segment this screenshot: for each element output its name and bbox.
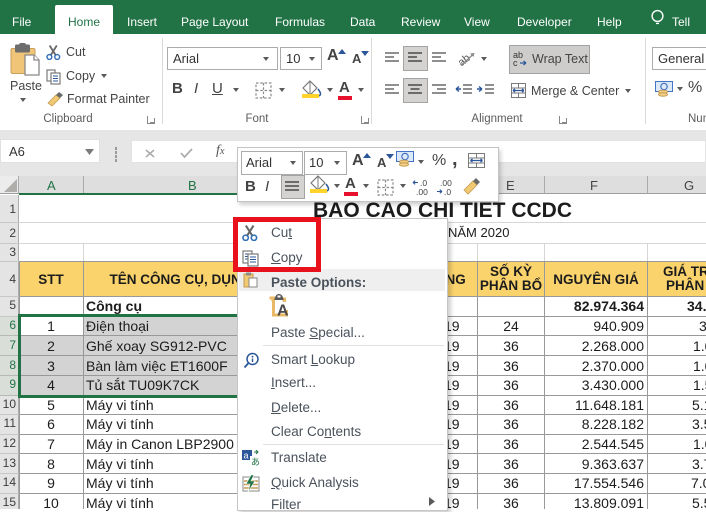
svg-text:ab: ab — [456, 52, 473, 68]
svg-text:A: A — [277, 303, 289, 318]
svg-text:.0: .0 — [444, 187, 451, 196]
svg-text:c: c — [513, 58, 518, 67]
svg-text:.00: .00 — [416, 187, 428, 196]
svg-text:a: a — [244, 451, 249, 461]
svg-text:あ: あ — [251, 457, 260, 467]
